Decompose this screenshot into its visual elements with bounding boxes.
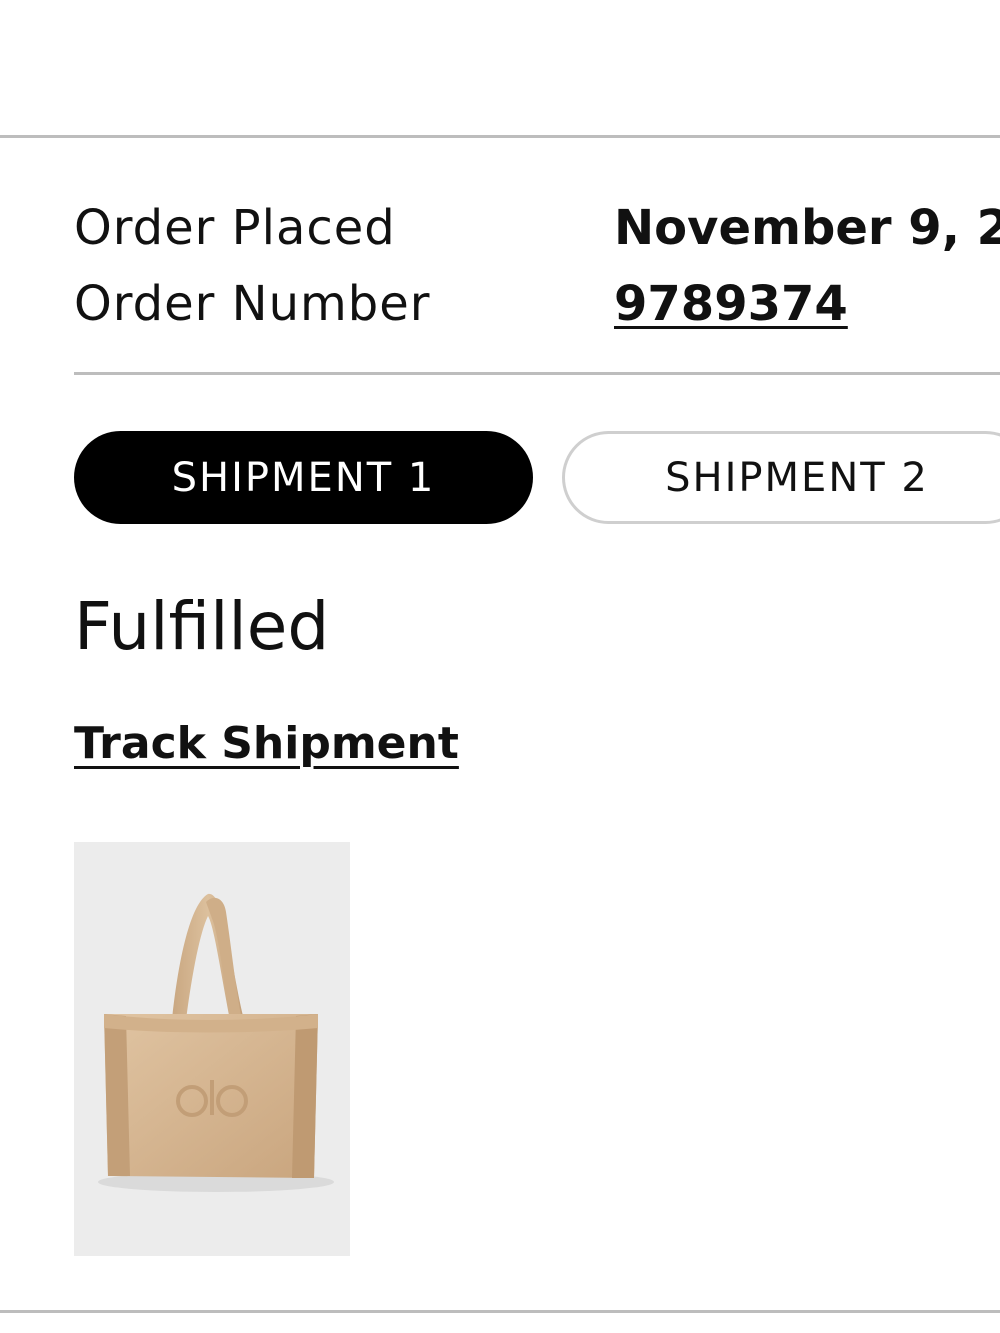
section-divider <box>74 372 1000 375</box>
order-placed-label: Order Placed <box>74 200 396 256</box>
tab-shipment-2[interactable]: SHIPMENT 2 <box>562 431 1000 524</box>
tote-bag-image <box>74 842 350 1256</box>
order-number-label: Order Number <box>74 276 431 332</box>
order-number-link[interactable]: 9789374 <box>614 276 848 332</box>
tab-shipment-2-label: SHIPMENT 2 <box>665 454 929 501</box>
tab-shipment-1[interactable]: SHIPMENT 1 <box>74 431 533 524</box>
order-date-value: November 9, 20 <box>614 200 1000 256</box>
top-divider <box>0 135 1000 138</box>
shipment-status-heading: Fulfilled <box>74 588 330 665</box>
tab-shipment-1-label: SHIPMENT 1 <box>171 454 436 501</box>
bottom-divider <box>0 1310 1000 1313</box>
product-image[interactable] <box>74 842 350 1256</box>
track-shipment-link[interactable]: Track Shipment <box>74 718 459 769</box>
